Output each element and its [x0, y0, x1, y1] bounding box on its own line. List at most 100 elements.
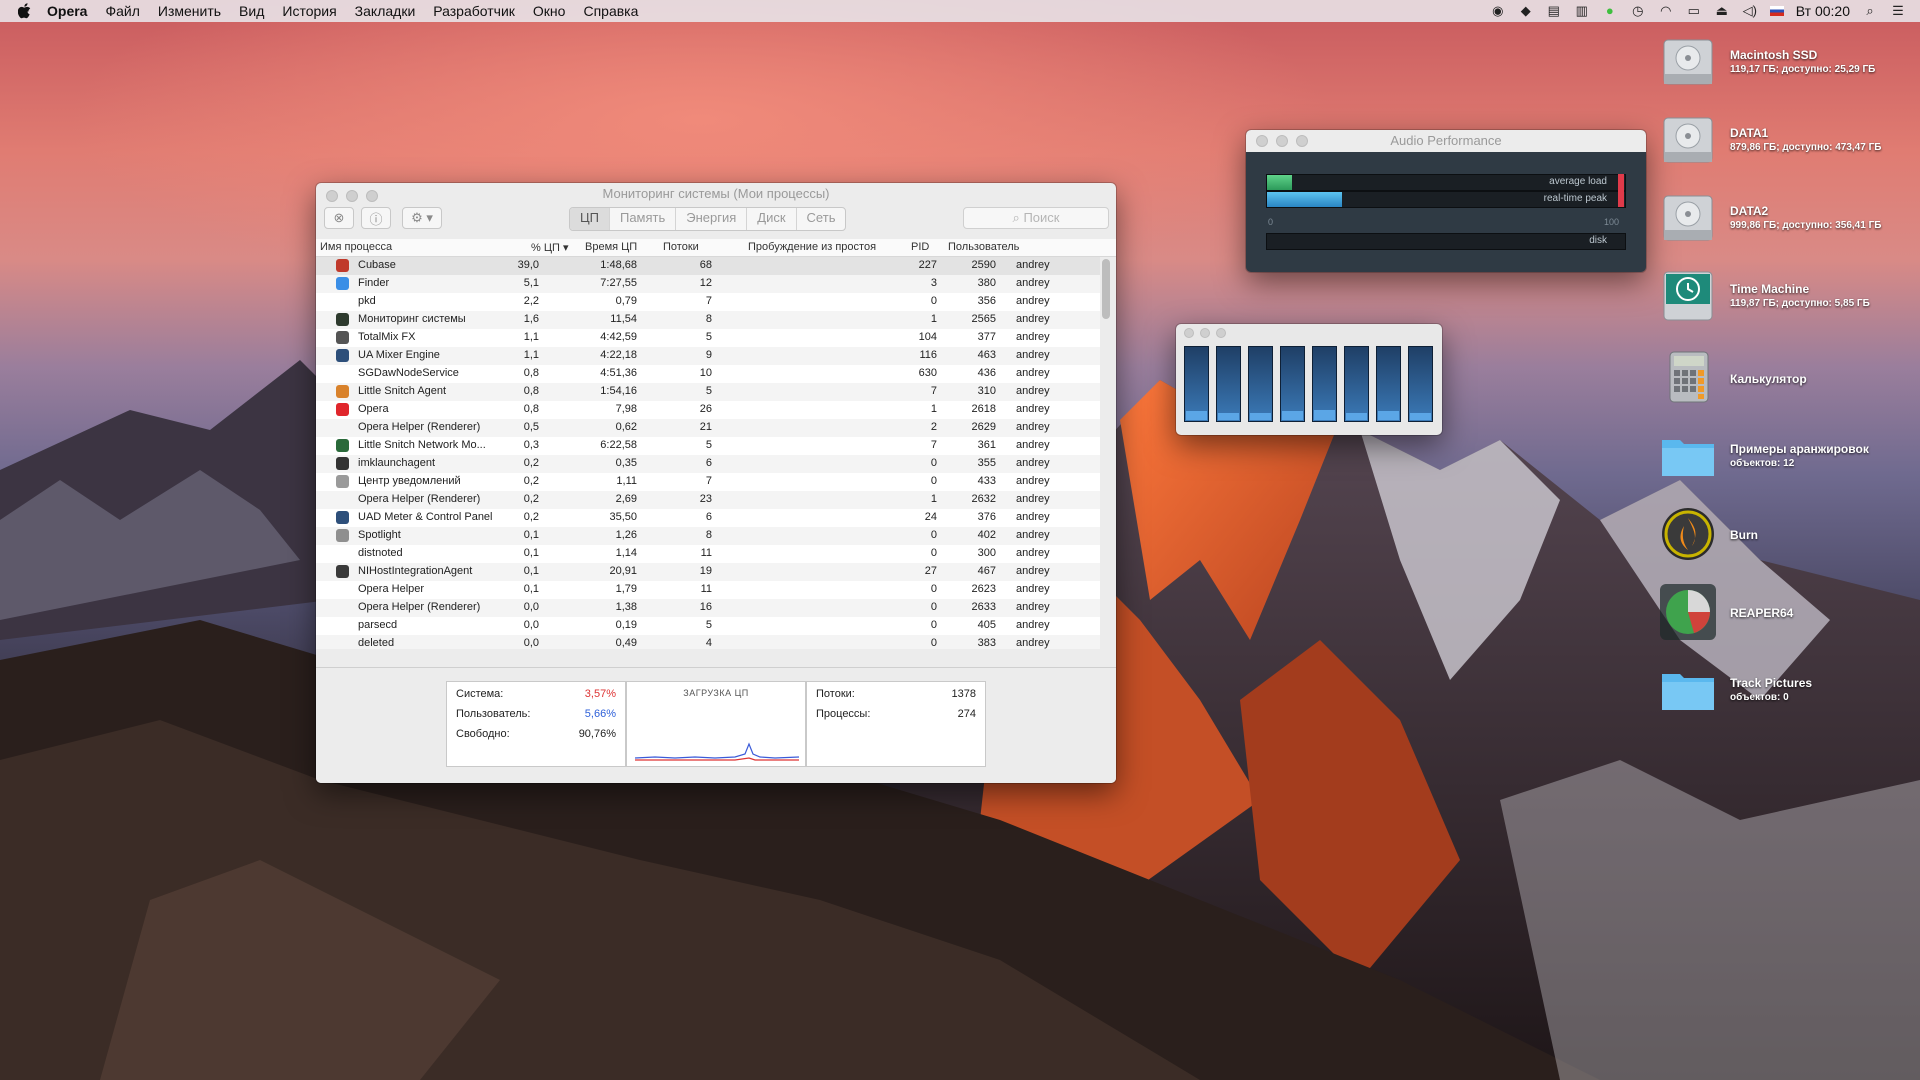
volume-icon[interactable]: ◁)	[1742, 4, 1758, 18]
action-menu-button[interactable]: ⚙ ▾	[402, 207, 442, 229]
cpu-time: 6:22,58	[600, 439, 637, 451]
table-row[interactable]: Little Snitch Agent 0,8 1:54,16 5 7 310 andrey	[316, 383, 1100, 401]
desktop-icon-time-machine[interactable]: Time Machine 119,87 ГБ; доступно: 5,85 ГБ	[1658, 266, 1908, 336]
desktop-icon-macintosh-ssd[interactable]: Macintosh SSD 119,17 ГБ; доступно: 25,29 …	[1658, 32, 1908, 102]
table-row[interactable]: UAD Meter & Control Panel 0,2 35,50 6 24 376 a…	[316, 509, 1100, 527]
status-dot-icon[interactable]: ●	[1602, 4, 1618, 18]
desktop-icon-calculator[interactable]: Калькулятор	[1658, 348, 1908, 418]
table-row[interactable]: Opera 0,8 7,98 26 1 2618 andrey	[316, 401, 1100, 419]
clock[interactable]: Вт 00:20	[1796, 3, 1850, 19]
user: andrey	[1016, 511, 1050, 523]
tag-icon[interactable]: ▤	[1546, 4, 1562, 18]
menu-history[interactable]: История	[273, 0, 345, 22]
user: andrey	[1016, 565, 1050, 577]
cpu-percent: 0,8	[523, 367, 539, 379]
cpu-time: 1,11	[616, 475, 637, 487]
desktop-icon-data2[interactable]: DATA2 999,86 ГБ; доступно: 356,41 ГБ	[1658, 188, 1908, 258]
menu-developer[interactable]: Разработчик	[424, 0, 524, 22]
stop-process-button[interactable]: ⊗	[324, 207, 354, 229]
table-row[interactable]: Opera Helper 0,1 1,79 11 0 2623 andrey	[316, 581, 1100, 599]
tab-bar: ЦП Память Энергия Диск Сеть	[569, 207, 847, 231]
airplay-icon[interactable]: ▭	[1686, 4, 1702, 18]
table-row[interactable]: imklaunchagent 0,2 0,35 6 0 355 andrey	[316, 455, 1100, 473]
app-icon	[336, 403, 349, 416]
desktop-icon-burn[interactable]: Burn	[1658, 504, 1908, 574]
table-row[interactable]: Spotlight 0,1 1,26 8 0 402 andrey	[316, 527, 1100, 545]
pid: 361	[977, 439, 996, 451]
table-row[interactable]: UA Mixer Engine 1,1 4:22,18 9 116 463 andrey	[316, 347, 1100, 365]
table-row[interactable]: TotalMix FX 1,1 4:42,59 5 104 377 andrey	[316, 329, 1100, 347]
table-row[interactable]: Центр уведомлений 0,2 1,11 7 0 433 andrey	[316, 473, 1100, 491]
desktop-icon-label: DATA2	[1730, 204, 1769, 218]
minimize-button[interactable]	[1200, 328, 1210, 338]
col-cpu-percent[interactable]: % ЦП ▾	[531, 241, 568, 254]
table-row[interactable]: Cubase 39,0 1:48,68 68 227 2590 andrey	[316, 257, 1100, 275]
col-pid[interactable]: PID	[911, 241, 929, 253]
threads: 12	[699, 277, 712, 289]
uad-icon[interactable]: ◆	[1518, 4, 1534, 18]
menu-bookmarks[interactable]: Закладки	[346, 0, 425, 22]
desktop-icon-reaper64[interactable]: REAPER64	[1658, 582, 1908, 652]
notification-center-icon[interactable]: ☰	[1890, 4, 1906, 18]
process-name: Finder	[358, 277, 390, 289]
table-row[interactable]: Opera Helper (Renderer) 0,2 2,69 23 1 2632 and…	[316, 491, 1100, 509]
table-row[interactable]: deleted 0,0 0,49 4 0 383 andrey	[316, 635, 1100, 649]
close-button[interactable]	[1184, 328, 1194, 338]
table-row[interactable]: SGDawNodeService 0,8 4:51,36 10 630 436 andrey	[316, 365, 1100, 383]
cpu-time: 11,54	[610, 313, 637, 325]
desktop-icon-label: REAPER64	[1730, 606, 1794, 620]
tab-network[interactable]: Сеть	[795, 208, 846, 230]
table-row[interactable]: Opera Helper (Renderer) 0,0 1,38 16 0 2633 and…	[316, 599, 1100, 617]
app-icon	[336, 439, 349, 452]
menu-edit[interactable]: Изменить	[149, 0, 230, 22]
wifi-icon[interactable]: ◠	[1658, 4, 1674, 18]
table-row[interactable]: NIHostIntegrationAgent 0,1 20,91 19 27 467 and…	[316, 563, 1100, 581]
table-row[interactable]: pkd 2,2 0,79 7 0 356 andrey	[316, 293, 1100, 311]
process-name: Little Snitch Agent	[358, 385, 447, 397]
table-row[interactable]: Opera Helper (Renderer) 0,5 0,62 21 2 2629 and…	[316, 419, 1100, 437]
table-row[interactable]: Мониторинг системы 1,6 11,54 8 1 2565 andrey	[316, 311, 1100, 329]
threads: 5	[705, 331, 712, 343]
zoom-button[interactable]	[1216, 328, 1226, 338]
table-row[interactable]: distnoted 0,1 1,14 11 0 300 andrey	[316, 545, 1100, 563]
table-row[interactable]: Finder 5,1 7:27,55 12 3 380 andrey	[316, 275, 1100, 293]
menu-app-opera[interactable]: Opera	[38, 0, 96, 22]
level-fill	[1282, 411, 1303, 420]
cpu-percent: 0,3	[523, 439, 539, 451]
eye-icon[interactable]: ◉	[1490, 4, 1506, 18]
inspect-button[interactable]: ⓘ	[361, 207, 391, 229]
desktop-icon-info: объектов: 12	[1730, 458, 1795, 469]
menu-help[interactable]: Справка	[574, 0, 647, 22]
desktop-icon-track-pictures[interactable]: Track Pictures объектов: 0	[1658, 660, 1908, 730]
pid: 356	[977, 295, 996, 307]
col-threads[interactable]: Потоки	[663, 241, 699, 253]
col-process-name[interactable]: Имя процесса	[320, 241, 392, 253]
time-machine-icon	[1663, 271, 1713, 321]
search-icon[interactable]: ⌕	[1862, 4, 1878, 18]
tab-memory[interactable]: Память	[608, 208, 675, 230]
time-machine-icon[interactable]: ◷	[1630, 4, 1646, 18]
col-cpu-time[interactable]: Время ЦП	[585, 241, 637, 253]
tab-cpu[interactable]: ЦП	[570, 208, 609, 230]
tab-energy[interactable]: Энергия	[675, 208, 746, 230]
tab-disk[interactable]: Диск	[746, 208, 795, 230]
threads: 11	[700, 547, 712, 559]
app-icon	[336, 511, 349, 524]
idle-wake: 1	[930, 403, 937, 415]
apple-menu-icon[interactable]	[18, 3, 32, 19]
menu-view[interactable]: Вид	[230, 0, 273, 22]
desktop-icon-arrangement-examples[interactable]: Примеры аранжировок объектов: 12	[1658, 426, 1908, 496]
cpu-time: 4:51,36	[600, 367, 637, 379]
vertical-scrollbar[interactable]	[1102, 259, 1110, 319]
table-row[interactable]: parsecd 0,0 0,19 5 0 405 andrey	[316, 617, 1100, 635]
desktop-icon-data1[interactable]: DATA1 879,86 ГБ; доступно: 473,47 ГБ	[1658, 110, 1908, 180]
flag-ru-icon[interactable]	[1769, 6, 1784, 16]
menu-file[interactable]: Файл	[96, 0, 148, 22]
search-field[interactable]: ⌕ Поиск	[963, 207, 1109, 229]
table-row[interactable]: Little Snitch Network Mo... 0,3 6:22,58 5 7 3…	[316, 437, 1100, 455]
clipboard-icon[interactable]: ▥	[1574, 4, 1590, 18]
col-user[interactable]: Пользователь	[948, 241, 1019, 253]
col-idle-wake[interactable]: Пробуждение из простоя	[748, 241, 876, 253]
eject-icon[interactable]: ⏏	[1714, 4, 1730, 18]
menu-window[interactable]: Окно	[524, 0, 575, 22]
